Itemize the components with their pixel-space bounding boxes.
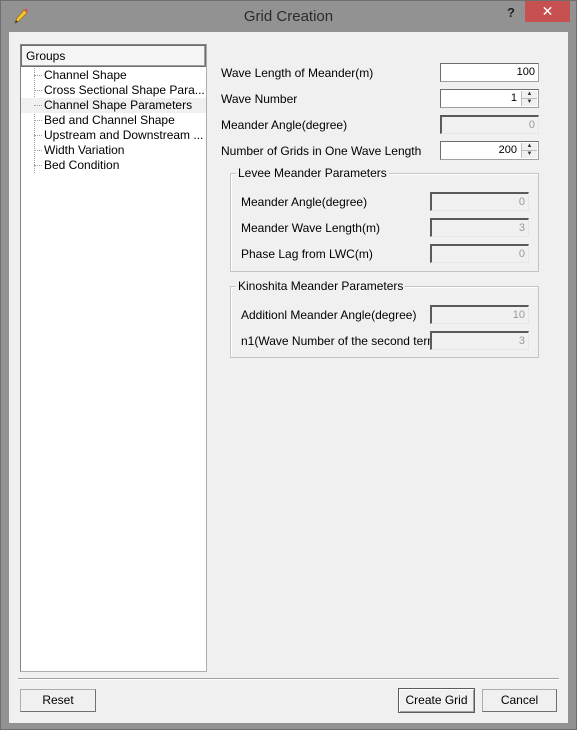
spin-buttons: ▲ ▼ bbox=[521, 143, 537, 158]
spin-up-icon[interactable]: ▲ bbox=[522, 143, 537, 151]
levee-wave-length-input: 3 bbox=[430, 218, 529, 237]
additional-angle-label: Additionl Meander Angle(degree) bbox=[241, 308, 417, 322]
levee-meander-angle-input: 0 bbox=[430, 192, 529, 211]
wave-number-value: 1 bbox=[510, 92, 517, 104]
tree-branch-line bbox=[34, 105, 42, 106]
tree-item-label: Bed and Channel Shape bbox=[44, 113, 175, 127]
additional-angle-input: 10 bbox=[430, 305, 529, 324]
wave-number-spinbox[interactable]: 1 ▲ ▼ bbox=[440, 89, 539, 108]
tree-header[interactable]: Groups bbox=[21, 45, 206, 67]
tree-branch-line bbox=[34, 150, 42, 151]
tree-item-label: Cross Sectional Shape Para... bbox=[44, 83, 205, 97]
kinoshita-meander-group: Kinoshita Meander Parameters Additionl M… bbox=[230, 279, 539, 358]
phase-lag-input: 0 bbox=[430, 244, 529, 263]
grid-creation-dialog: Grid Creation ? ✕ Groups Channel Shape C… bbox=[0, 0, 577, 730]
title-bar[interactable]: Grid Creation ? ✕ bbox=[1, 1, 576, 32]
tree-branch-line bbox=[34, 165, 42, 166]
n1-label: n1(Wave Number of the second term) bbox=[241, 334, 442, 348]
wave-length-input[interactable]: 100 bbox=[440, 63, 539, 82]
tree-item-label: Bed Condition bbox=[44, 158, 120, 172]
help-button[interactable]: ? bbox=[501, 4, 521, 24]
phase-lag-label: Phase Lag from LWC(m) bbox=[241, 247, 373, 261]
tree-item-bed-condition[interactable]: Bed Condition bbox=[21, 158, 206, 173]
wave-length-label: Wave Length of Meander(m) bbox=[221, 66, 374, 80]
tree-item-channel-shape[interactable]: Channel Shape bbox=[21, 68, 206, 83]
tree-branch-line bbox=[34, 75, 42, 76]
spin-buttons: ▲ ▼ bbox=[521, 91, 537, 106]
tree-branch-line bbox=[34, 90, 42, 91]
levee-meander-group: Levee Meander Parameters Meander Angle(d… bbox=[230, 166, 539, 272]
reset-button[interactable]: Reset bbox=[20, 689, 96, 712]
tree-item-upstream-downstream[interactable]: Upstream and Downstream ... bbox=[21, 128, 206, 143]
window-title: Grid Creation bbox=[243, 8, 334, 25]
levee-group-title: Levee Meander Parameters bbox=[236, 166, 389, 180]
tree-branch-line bbox=[34, 135, 42, 136]
close-button[interactable]: ✕ bbox=[525, 1, 570, 22]
spin-up-icon[interactable]: ▲ bbox=[522, 91, 537, 99]
spin-down-icon[interactable]: ▼ bbox=[522, 151, 537, 158]
tree-item-cross-sectional-shape[interactable]: Cross Sectional Shape Para... bbox=[21, 83, 206, 98]
kinoshita-group-title: Kinoshita Meander Parameters bbox=[236, 279, 406, 293]
num-grids-value: 200 bbox=[498, 144, 517, 156]
tree-branch-line bbox=[34, 120, 42, 121]
tree-item-bed-and-channel-shape[interactable]: Bed and Channel Shape bbox=[21, 113, 206, 128]
num-grids-spinbox[interactable]: 200 ▲ ▼ bbox=[440, 141, 539, 160]
footer-separator bbox=[18, 678, 559, 680]
tree-item-label: Width Variation bbox=[44, 143, 125, 157]
tree-item-label: Channel Shape Parameters bbox=[44, 98, 193, 112]
wave-number-label: Wave Number bbox=[221, 92, 298, 106]
meander-angle-input: 0 bbox=[440, 115, 539, 134]
tree-item-width-variation[interactable]: Width Variation bbox=[21, 143, 206, 158]
n1-input: 3 bbox=[430, 331, 529, 350]
tree-item-label: Channel Shape bbox=[44, 68, 127, 82]
levee-meander-angle-label: Meander Angle(degree) bbox=[241, 195, 368, 209]
spin-down-icon[interactable]: ▼ bbox=[522, 99, 537, 106]
tree-item-label: Upstream and Downstream ... bbox=[44, 128, 204, 142]
tree-items: Channel Shape Cross Sectional Shape Para… bbox=[21, 68, 206, 173]
levee-wave-length-label: Meander Wave Length(m) bbox=[241, 221, 380, 235]
cancel-button[interactable]: Cancel bbox=[482, 689, 557, 712]
tree-item-channel-shape-parameters[interactable]: Channel Shape Parameters bbox=[21, 98, 206, 113]
groups-tree[interactable]: Groups Channel Shape Cross Sectional Sha… bbox=[20, 44, 207, 672]
dialog-client: Groups Channel Shape Cross Sectional Sha… bbox=[9, 32, 568, 723]
num-grids-label: Number of Grids in One Wave Length bbox=[221, 144, 422, 158]
meander-angle-label: Meander Angle(degree) bbox=[221, 118, 348, 132]
create-grid-button[interactable]: Create Grid bbox=[398, 688, 475, 713]
